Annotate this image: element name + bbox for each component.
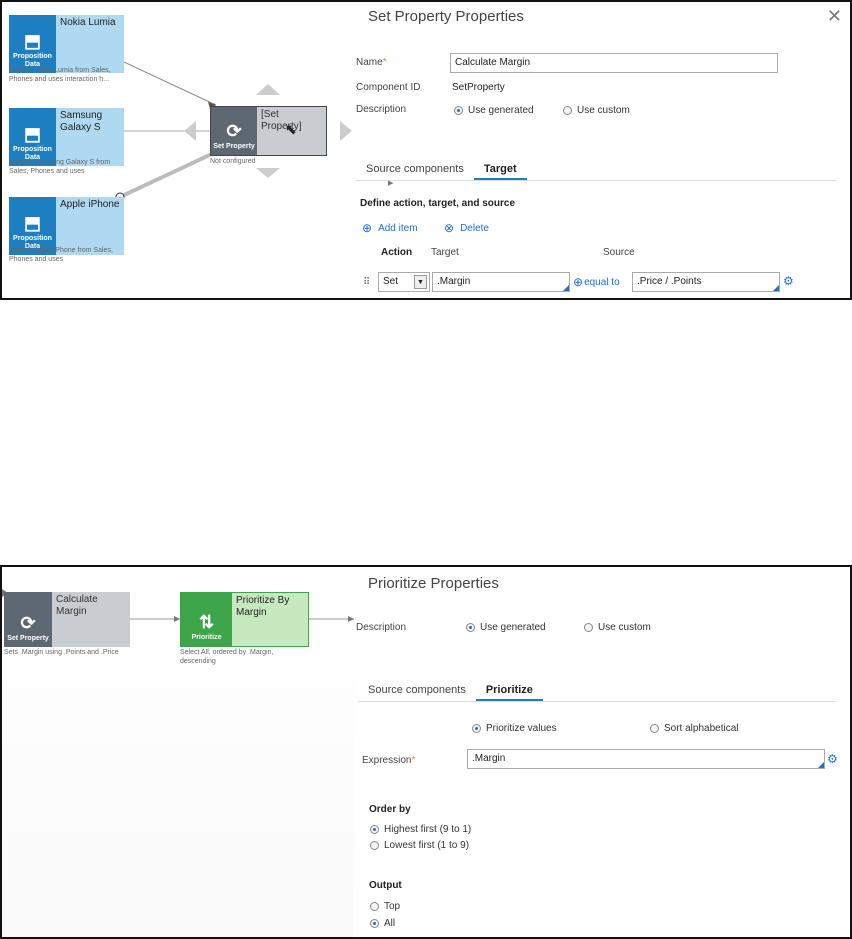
delete-link[interactable]: ⊗ Delete bbox=[444, 221, 489, 235]
node-set-property[interactable]: ⟳ Set Property [Set Property] bbox=[210, 106, 327, 156]
prioritize-panel: ⟳ Set Property Calculate Margin Sets .Mar… bbox=[0, 565, 852, 939]
action-select[interactable]: Set ▼ bbox=[378, 272, 430, 292]
add-item-link[interactable]: ⊕ Add item bbox=[362, 221, 418, 235]
expression-input[interactable]: .Margin bbox=[467, 749, 825, 769]
node-nokia-lumia[interactable]: ⬒ Proposition Data Nokia Lumia bbox=[9, 15, 124, 73]
delete-icon: ⊗ bbox=[444, 221, 455, 235]
connector-nokia bbox=[123, 61, 217, 106]
radio-output-top[interactable]: Top bbox=[370, 901, 400, 912]
name-input[interactable]: Calculate Margin bbox=[450, 53, 778, 73]
tab-bar: Source components Target bbox=[356, 161, 527, 180]
set-property-icon: ⟳ Set Property bbox=[4, 592, 52, 647]
tab-bar: Source components Prioritize bbox=[358, 682, 543, 701]
tab-divider bbox=[358, 701, 836, 702]
move-down-arrow bbox=[256, 168, 280, 178]
node-description: Imports Apple iPhone from Sales, Phones … bbox=[9, 247, 113, 263]
add-icon: ⊕ bbox=[362, 221, 373, 235]
properties-panel: Set Property Properties ✕ Name* Calculat… bbox=[354, 2, 850, 298]
drag-handle-icon[interactable]: ⠿ bbox=[363, 277, 370, 288]
radio-output-all[interactable]: All bbox=[370, 918, 395, 929]
description-label: Description bbox=[356, 104, 407, 115]
node-title: Nokia Lumia bbox=[56, 15, 124, 73]
col-target: Target bbox=[431, 247, 459, 258]
close-icon[interactable]: ✕ bbox=[827, 6, 842, 27]
gear-icon[interactable]: ⚙ bbox=[783, 274, 794, 288]
panel-title: Prioritize Properties bbox=[368, 575, 499, 592]
radio-sort-alphabetical[interactable]: Sort alphabetical bbox=[650, 723, 739, 734]
strategy-canvas[interactable]: ⬒ Proposition Data Nokia Lumia Imports No… bbox=[2, 2, 354, 298]
node-calculate-margin[interactable]: ⟳ Set Property Calculate Margin bbox=[4, 592, 130, 647]
move-right-arrow bbox=[340, 121, 352, 141]
radio-use-generated[interactable]: Use generated bbox=[454, 105, 534, 116]
caret-icon: ▶ bbox=[388, 180, 394, 187]
component-id-label: Component ID bbox=[356, 82, 421, 93]
radio-use-custom[interactable]: Use custom bbox=[563, 105, 630, 116]
move-left-arrow bbox=[184, 121, 196, 141]
chevron-down-icon: ▼ bbox=[414, 275, 427, 289]
connector-apple bbox=[119, 150, 217, 199]
radio-lowest-first[interactable]: Lowest first (1 to 9) bbox=[370, 840, 469, 851]
description-label: Description bbox=[356, 622, 407, 633]
node-description: Select All, ordered by .Margin, descendi… bbox=[180, 649, 274, 665]
node-title: Calculate Margin bbox=[52, 592, 130, 647]
strategy-canvas[interactable]: ⟳ Set Property Calculate Margin Sets .Mar… bbox=[2, 567, 354, 937]
col-source: Source bbox=[603, 247, 635, 258]
tab-divider bbox=[356, 180, 836, 181]
node-description: Sets .Margin using .Points and .Price bbox=[4, 649, 119, 656]
properties-panel: Prioritize Properties Description Use ge… bbox=[354, 567, 850, 937]
radio-use-custom[interactable]: Use custom bbox=[584, 622, 651, 633]
node-description: Imports Nokia Lumia from Sales, Phones a… bbox=[9, 67, 111, 83]
radio-prioritize-values[interactable]: Prioritize values bbox=[472, 723, 557, 734]
tab-source-components[interactable]: Source components bbox=[356, 161, 474, 180]
target-input[interactable]: .Margin bbox=[432, 272, 570, 292]
gear-icon[interactable]: ⚙ bbox=[827, 752, 838, 766]
move-up-arrow bbox=[256, 84, 280, 95]
node-prioritize-by-margin[interactable]: ⇅ Prioritize Prioritize By Margin bbox=[180, 592, 309, 647]
section-title: Define action, target, and source bbox=[360, 198, 516, 209]
node-status: Not configured bbox=[210, 158, 256, 165]
radio-use-generated[interactable]: Use generated bbox=[466, 622, 546, 633]
radio-highest-first[interactable]: Highest first (9 to 1) bbox=[370, 824, 471, 835]
output-label: Output bbox=[369, 880, 402, 891]
source-input[interactable]: .Price / .Points bbox=[632, 272, 780, 292]
proposition-data-icon: ⬒ Proposition Data bbox=[9, 15, 56, 73]
set-property-icon: ⟳ Set Property bbox=[211, 107, 257, 155]
name-label: Name* bbox=[356, 57, 387, 68]
tab-source-components[interactable]: Source components bbox=[358, 682, 476, 701]
col-action: Action bbox=[381, 247, 413, 258]
tab-prioritize[interactable]: Prioritize bbox=[475, 682, 543, 701]
expression-label: Expression* bbox=[362, 755, 416, 766]
order-by-label: Order by bbox=[369, 804, 411, 815]
node-description: Imports Samsung Galaxy S from Sales, Pho… bbox=[9, 159, 111, 175]
expression-builder-icon: ⊕ bbox=[573, 275, 584, 289]
node-title: Prioritize By Margin bbox=[232, 593, 308, 646]
set-property-panel: ⬒ Proposition Data Nokia Lumia Imports No… bbox=[0, 0, 852, 300]
prioritize-icon: ⇅ Prioritize bbox=[181, 593, 232, 646]
mouse-cursor-icon: ⬉ bbox=[285, 121, 297, 137]
component-id-value: SetProperty bbox=[452, 82, 505, 93]
tab-target[interactable]: Target bbox=[473, 161, 527, 180]
panel-title: Set Property Properties bbox=[368, 8, 524, 25]
operator-link[interactable]: ⊕ equal to bbox=[573, 275, 620, 289]
